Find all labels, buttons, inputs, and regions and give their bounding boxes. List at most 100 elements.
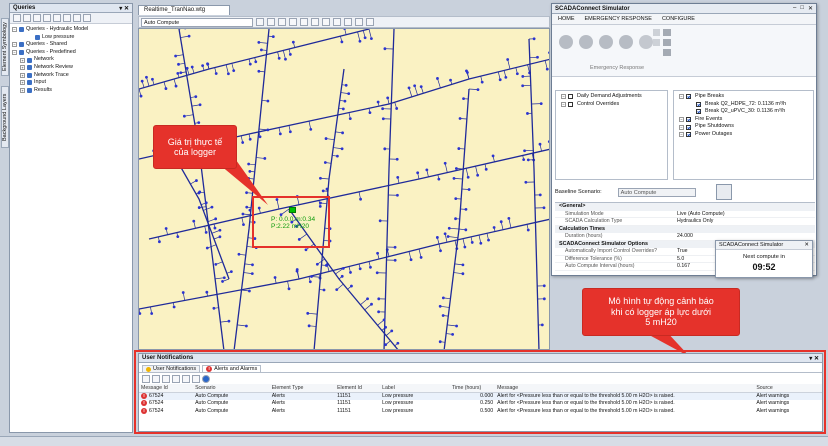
- scada-menu: HOME EMERGENCY RESPONSE CONFIGURE: [552, 14, 816, 25]
- demand-adjust-icon[interactable]: [639, 35, 653, 49]
- save-button[interactable]: [152, 374, 160, 383]
- fire-event-icon[interactable]: [579, 35, 593, 49]
- table-row[interactable]: ! 67524 Auto Compute Alerts 11151 Low pressur…: [139, 400, 822, 408]
- baseline-label: Baseline Scenario:: [555, 189, 602, 195]
- zoom-to-button[interactable]: [182, 374, 190, 383]
- property-key: SCADA Calculation Type: [565, 218, 623, 224]
- column-header[interactable]: Element Id: [335, 384, 381, 393]
- pipe-break-icon[interactable]: [559, 35, 573, 49]
- ribbon-group-label: Emergency Response: [590, 65, 645, 71]
- table-cell: Alert for <Pressure less than or equal t…: [497, 393, 675, 399]
- notifications-pin-icon[interactable]: ▾ ✕: [809, 355, 819, 362]
- property-key: Simulation Mode: [565, 210, 604, 217]
- collapse-icon[interactable]: −: [679, 117, 684, 123]
- menu-configure[interactable]: CONFIGURE: [662, 16, 695, 22]
- checkbox[interactable]: [686, 124, 691, 130]
- event-label: Control Overrides: [577, 100, 620, 107]
- property-row[interactable]: SCADA Calculation Type Hydraulics Only: [555, 218, 815, 226]
- alerts-table: Message Id Scenario Element Type Element Id…: [139, 384, 822, 415]
- close-icon[interactable]: ✕: [808, 5, 813, 12]
- column-header[interactable]: Scenario: [193, 384, 270, 393]
- property-category[interactable]: Calculation Times: [555, 225, 815, 233]
- column-header[interactable]: Message: [495, 384, 755, 393]
- next-compute-label: Next compute in: [743, 254, 785, 260]
- collapse-icon[interactable]: −: [679, 124, 684, 130]
- table-cell: Low pressure: [382, 400, 414, 407]
- checkbox[interactable]: [696, 101, 701, 107]
- event-tree-item[interactable]: − Pipe Breaks: [676, 93, 811, 101]
- checkbox[interactable]: [686, 117, 691, 123]
- status-bar: [0, 436, 828, 446]
- copy-notifications-button[interactable]: [172, 374, 180, 383]
- table-cell: Alert for <Pressure less than or equal t…: [497, 407, 675, 414]
- scada-title: SCADAConnect Simulator: [555, 5, 630, 12]
- property-key: Duration (hours): [565, 233, 603, 239]
- checkbox[interactable]: [568, 101, 573, 107]
- message-id: 67524: [149, 393, 164, 400]
- table-row[interactable]: ! 67524 Auto Compute Alerts 11151 Low pressur…: [139, 407, 822, 415]
- table-cell: 11151: [337, 400, 351, 407]
- table-cell: Alert for <Pressure less than or equal t…: [497, 400, 675, 407]
- compute-button[interactable]: [715, 184, 732, 200]
- edit-small-icon[interactable]: [653, 29, 660, 36]
- baseline-row: Baseline Scenario: Auto Compute: [555, 184, 815, 200]
- popup-close-icon[interactable]: ✕: [804, 241, 812, 249]
- event-tree-item[interactable]: − Control Overrides: [558, 101, 665, 109]
- collapse-icon[interactable]: −: [679, 132, 684, 138]
- event-label: Break Q2_HDPE_72: 0.1136 m³/h: [705, 100, 787, 107]
- column-header[interactable]: Element Type: [269, 384, 336, 393]
- maximize-icon[interactable]: □: [800, 5, 804, 12]
- checkbox[interactable]: [686, 132, 691, 138]
- filter-icon[interactable]: [663, 49, 671, 56]
- collapse-icon[interactable]: −: [561, 101, 566, 107]
- table-row[interactable]: ! 67524 Auto Compute Alerts 11151 Low pressur…: [139, 392, 822, 400]
- table-cell: ! 67524: [139, 400, 193, 408]
- model-alert-callout-text: Mô hình tự động cảnh báo khi có logger á…: [608, 296, 714, 328]
- find-icon[interactable]: [663, 39, 671, 46]
- delete-small-icon[interactable]: [653, 39, 660, 46]
- event-tree-item[interactable]: −Break Q2_HDPE_72: 0.1136 m³/h: [676, 101, 811, 109]
- collapse-icon[interactable]: −: [561, 94, 566, 100]
- column-header[interactable]: Label: [380, 384, 451, 393]
- minimize-icon[interactable]: –: [793, 5, 796, 12]
- property-key: Automatically Import Control Overrides?: [565, 248, 657, 254]
- help-icon[interactable]: [202, 374, 210, 383]
- baseline-select[interactable]: Auto Compute: [617, 187, 696, 197]
- event-tree-item[interactable]: − Daily Demand Adjustments: [558, 93, 665, 101]
- checkbox[interactable]: [568, 94, 573, 100]
- export-button[interactable]: [142, 374, 150, 383]
- table-cell: 0.000: [480, 393, 494, 399]
- column-header[interactable]: Time (hours): [450, 384, 496, 393]
- table-cell: Alerts: [271, 407, 285, 414]
- event-tree-item[interactable]: − Pipe Shutdowns: [676, 123, 811, 131]
- checkbox[interactable]: [686, 94, 691, 100]
- table-cell: Low pressure: [382, 407, 414, 414]
- event-label: Pipe Breaks: [695, 93, 725, 99]
- event-tree-item[interactable]: −Break Q2_uPVC_30: 0.1136 m³/h: [676, 108, 811, 116]
- checkbox[interactable]: [696, 109, 701, 115]
- table-cell: Low pressure: [382, 393, 414, 399]
- tab-alerts-and-alarms[interactable]: ! Alerts and Alarms: [202, 365, 262, 372]
- property-row[interactable]: Simulation Mode Live (Auto Compute): [555, 210, 815, 218]
- shutdown-icon[interactable]: [599, 35, 613, 49]
- menu-home[interactable]: HOME: [558, 16, 575, 22]
- table-cell: Alerts: [271, 400, 285, 407]
- table-cell: Alert warnings: [756, 407, 790, 414]
- alert-icon: !: [206, 366, 213, 372]
- column-header[interactable]: Message Id: [139, 384, 194, 393]
- collapse-icon[interactable]: −: [679, 94, 684, 100]
- user-notifications-panel: User Notifications ▾ ✕ User Notification…: [138, 353, 823, 432]
- table-cell: Alert warnings: [756, 393, 790, 399]
- property-key: Auto Compute Interval (hours): [565, 263, 635, 269]
- binoculars-icon[interactable]: [663, 29, 671, 36]
- power-outage-icon[interactable]: [619, 35, 633, 49]
- property-category[interactable]: <General>: [555, 203, 815, 211]
- menu-emergency-response[interactable]: EMERGENCY RESPONSE: [585, 16, 652, 22]
- filter-button[interactable]: [192, 374, 200, 383]
- event-tree-item[interactable]: − Fire Events: [676, 116, 811, 124]
- tab-user-notifications[interactable]: User Notifications: [142, 365, 201, 372]
- column-header[interactable]: Source: [754, 384, 822, 393]
- table-cell: 0.500: [480, 407, 494, 414]
- event-tree-item[interactable]: − Power Outages: [676, 131, 811, 139]
- report-button[interactable]: [162, 374, 170, 383]
